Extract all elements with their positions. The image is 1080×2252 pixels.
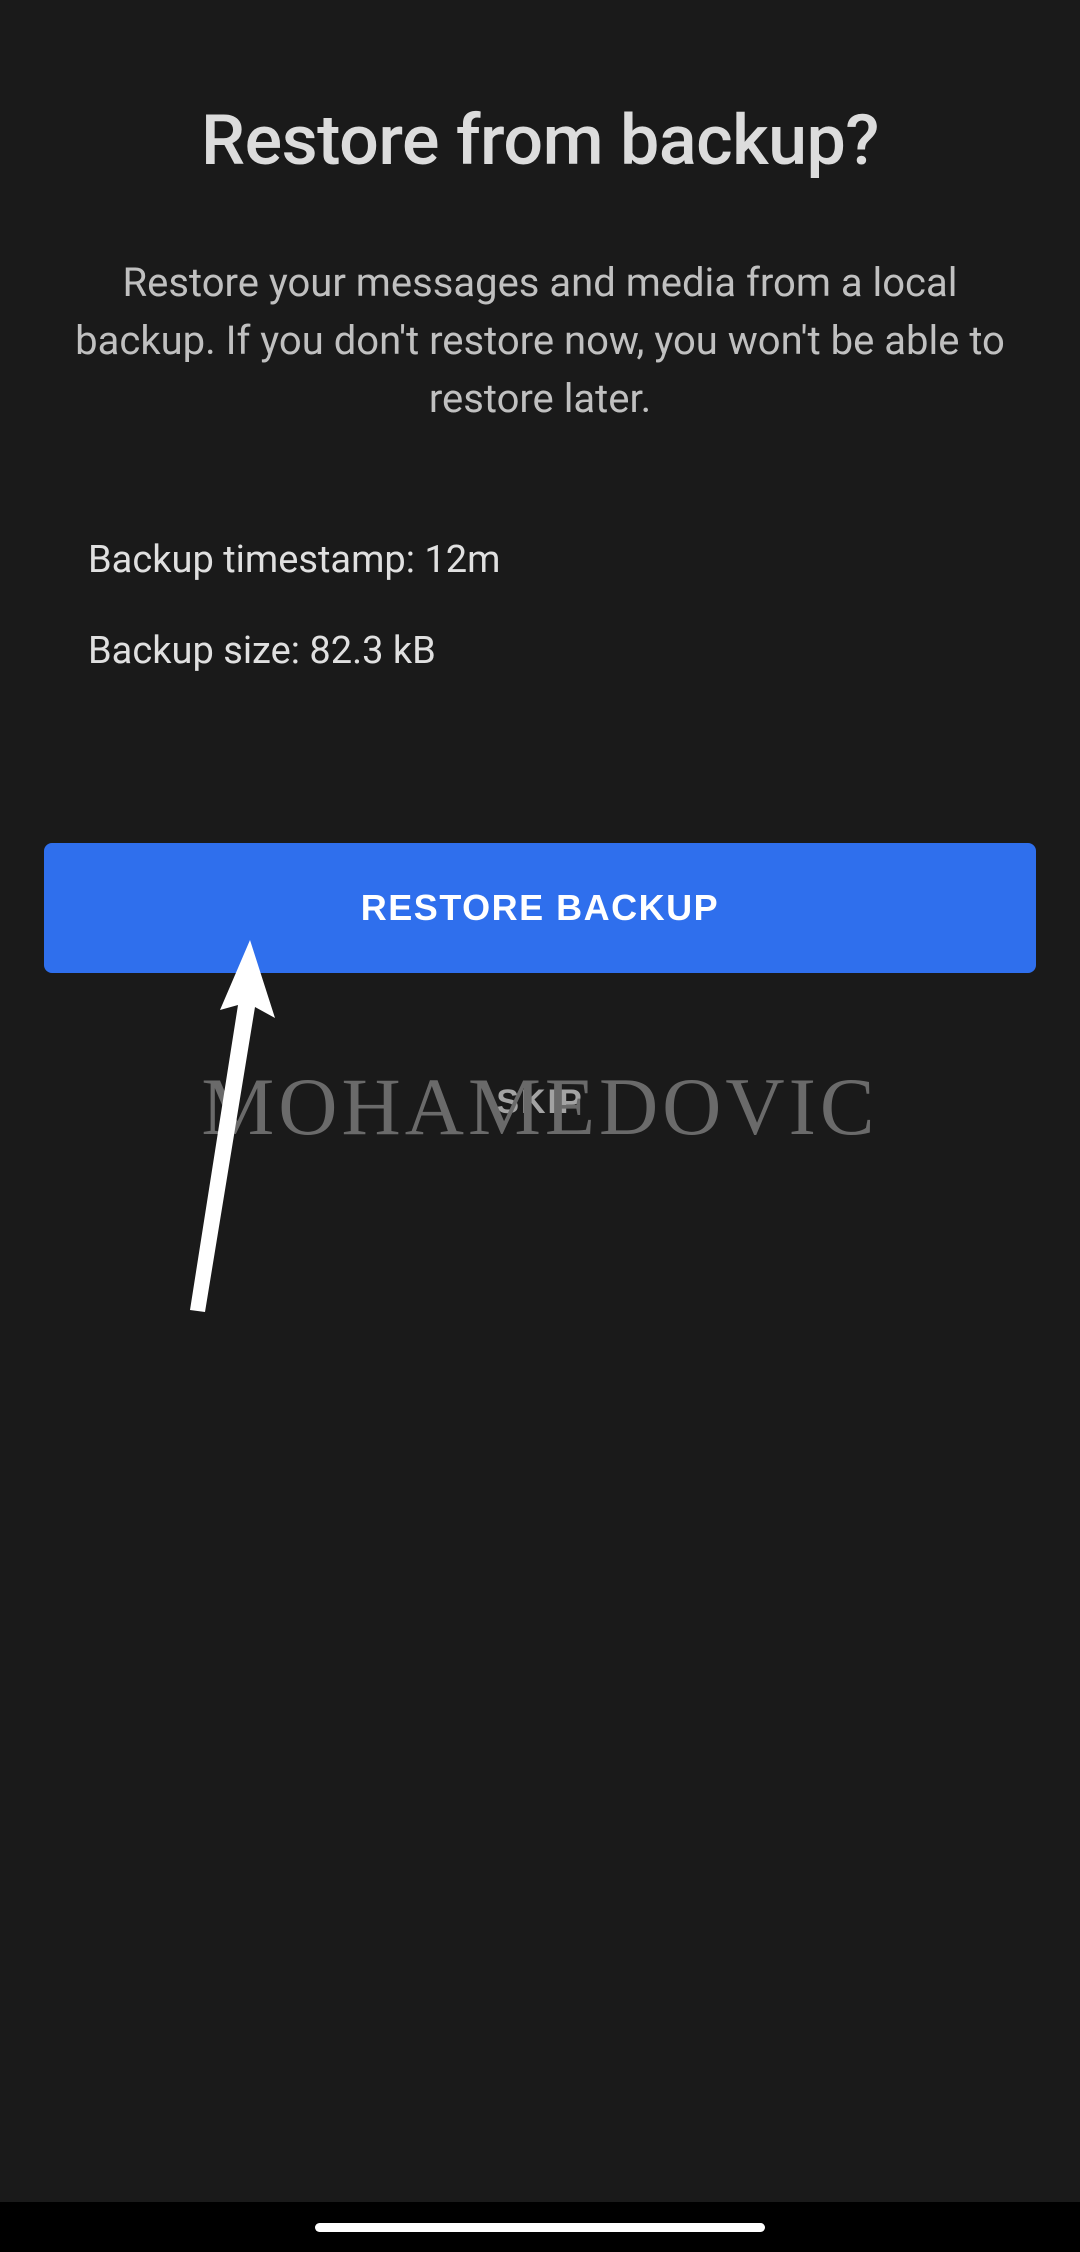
page-title: Restore from backup?: [44, 100, 1036, 182]
home-indicator[interactable]: [315, 2223, 765, 2232]
description-text: Restore your messages and media from a l…: [44, 254, 1036, 428]
skip-button[interactable]: SKIP: [476, 1063, 603, 1142]
backup-info-group: Backup timestamp: 12m Backup size: 82.3 …: [44, 538, 1036, 673]
navigation-bar: [0, 2202, 1080, 2252]
backup-size-value: 82.3 kB: [309, 629, 435, 673]
backup-size-label: Backup size:: [88, 629, 309, 673]
restore-backup-button[interactable]: RESTORE BACKUP: [44, 843, 1036, 973]
backup-timestamp-value: 12m: [424, 538, 500, 582]
backup-size-row: Backup size: 82.3 kB: [88, 629, 1036, 673]
backup-timestamp-row: Backup timestamp: 12m: [88, 538, 1036, 582]
backup-timestamp-label: Backup timestamp:: [88, 538, 424, 582]
